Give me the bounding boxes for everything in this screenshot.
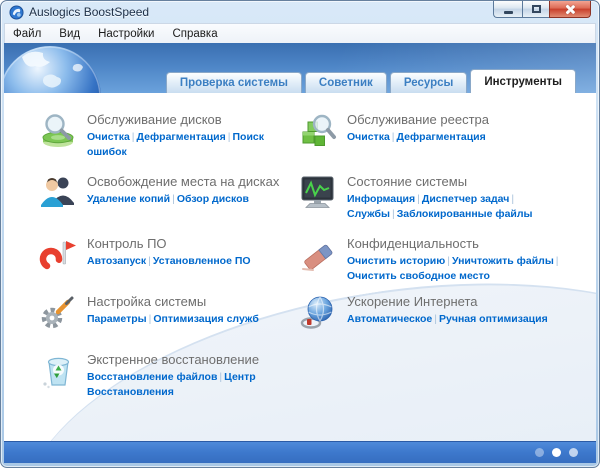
section-rescue: Экстренное восстановление Восстановление… (38, 351, 292, 400)
separator: | (447, 255, 450, 267)
section-title: Состояние системы (347, 174, 468, 189)
section-links: Восстановление файлов | Центр Восстановлен… (87, 370, 292, 400)
minimize-button[interactable] (493, 1, 522, 18)
section-title: Настройка системы (87, 294, 207, 309)
link-disk-explorer[interactable]: Обзор дисков (177, 193, 249, 205)
link-task-manager[interactable]: Диспетчер задач (422, 193, 510, 205)
duplicate-users-icon (41, 177, 74, 207)
maximize-icon (531, 5, 541, 13)
menu-item-file[interactable]: Файл (5, 26, 50, 42)
separator: | (511, 193, 515, 205)
tab-system-check[interactable]: Проверка системы (165, 72, 302, 93)
registry-search-icon (302, 114, 336, 146)
menu-bar: Файл Вид Настройки Справка (4, 23, 596, 43)
tab-label: Ресурсы (403, 77, 454, 89)
section-title: Обслуживание дисков (87, 112, 222, 127)
section-system-status: Состояние системы Информация | Диспетчер з… (298, 173, 565, 222)
link-shred-files[interactable]: Уничтожить файлы (452, 255, 554, 267)
maximize-button[interactable] (522, 1, 549, 18)
globe-graphic (4, 46, 101, 93)
link-clear-history[interactable]: Очистить историю (347, 255, 445, 267)
link-manual-optimization[interactable]: Ручная оптимизация (439, 313, 548, 325)
link-system-info[interactable]: Информация (347, 193, 415, 205)
separator: | (555, 255, 559, 267)
section-links: Очистка | Дефрагментация (347, 130, 489, 145)
menu-item-view[interactable]: Вид (50, 26, 89, 42)
system-monitor-icon (301, 176, 334, 208)
section-links: Информация | Диспетчер задач |Службы | Заблок… (347, 192, 565, 222)
separator: | (434, 313, 437, 325)
content-area: Обслуживание дисков Очистка | Дефрагментац… (4, 93, 596, 441)
autorun-flag-icon (39, 241, 76, 271)
app-window: Auslogics BoostSpeed Файл Вид Настройки … (0, 0, 600, 468)
menu-item-settings[interactable]: Настройки (89, 26, 163, 42)
link-disk-cleanup[interactable]: Очистка (87, 131, 130, 143)
section-links: Очистить историю | Уничтожить файлы |Очисти… (347, 254, 565, 284)
link-disk-defrag[interactable]: Дефрагментация (137, 131, 226, 143)
close-button[interactable] (549, 1, 591, 18)
section-title: Обслуживание реестра (347, 112, 489, 127)
pager-dot-1[interactable] (535, 448, 544, 457)
tab-label: Инструменты (484, 75, 562, 88)
pager-dot-2[interactable] (552, 448, 561, 457)
section-links: Автозапуск | Установленное ПО (87, 254, 251, 269)
section-links: Удаление копий | Обзор дисков (87, 192, 279, 207)
window-controls (493, 1, 591, 18)
menu-item-help[interactable]: Справка (163, 26, 226, 42)
separator: | (391, 208, 395, 220)
section-registry-maintenance: Обслуживание реестра Очистка | Дефрагмента… (298, 111, 489, 151)
link-autostart[interactable]: Автозапуск (87, 255, 146, 267)
tab-resources[interactable]: Ресурсы (389, 72, 468, 93)
section-free-space: Освобождение места на дисках Удаление ко… (38, 173, 279, 213)
tab-label: Проверка системы (179, 77, 288, 89)
title-bar: Auslogics BoostSpeed (1, 1, 599, 23)
tab-strip: Проверка системы Советник Ресурсы Инстру… (163, 69, 576, 93)
pager-dot-3[interactable] (569, 448, 578, 457)
eraser-icon (302, 244, 333, 271)
link-service-optimization[interactable]: Оптимизация служб (153, 313, 258, 325)
link-file-recovery[interactable]: Восстановление файлов (87, 371, 217, 383)
link-installed-software[interactable]: Установленное ПО (153, 255, 251, 267)
separator: | (172, 193, 175, 205)
tab-advisor[interactable]: Советник (304, 72, 387, 93)
app-logo-icon (9, 4, 24, 20)
section-disk-maintenance: Обслуживание дисков Очистка | Дефрагментац… (38, 111, 292, 160)
separator: | (417, 193, 420, 205)
internet-globe-icon (300, 296, 333, 329)
window-title: Auslogics BoostSpeed (29, 5, 150, 19)
section-title: Контроль ПО (87, 236, 167, 251)
tab-label: Советник (318, 77, 373, 89)
section-software-control: Контроль ПО Автозапуск | Установленное ПО (38, 235, 251, 275)
link-wipe-free-space[interactable]: Очистить свободное место (347, 270, 490, 282)
tab-tools[interactable]: Инструменты (470, 69, 576, 93)
header-band: Проверка системы Советник Ресурсы Инстру… (4, 43, 596, 93)
link-services[interactable]: Службы (347, 208, 390, 220)
gear-screwdriver-icon (41, 296, 74, 329)
separator: | (131, 131, 135, 143)
separator: | (227, 131, 231, 143)
recycle-bin-icon (43, 357, 70, 389)
separator: | (391, 131, 395, 143)
link-registry-cleanup[interactable]: Очистка (347, 131, 390, 143)
section-title: Конфиденциальность (347, 236, 479, 251)
link-remove-duplicates[interactable]: Удаление копий (87, 193, 170, 205)
section-links: Параметры | Оптимизация служб (87, 312, 259, 327)
section-title: Освобождение места на дисках (87, 174, 280, 189)
link-parameters[interactable]: Параметры (87, 313, 147, 325)
separator: | (148, 255, 151, 267)
section-title: Ускорение Интернета (347, 294, 478, 309)
disk-search-icon (42, 114, 74, 147)
close-icon (565, 4, 576, 15)
section-links: Очистка | Дефрагментация | Поиск ошибок (87, 130, 292, 160)
section-system-tweak: Настройка системы Параметры | Оптимизация … (38, 293, 259, 333)
link-registry-defrag[interactable]: Дефрагментация (397, 131, 486, 143)
link-locked-files[interactable]: Заблокированные файлы (397, 208, 533, 220)
minimize-icon (503, 10, 513, 14)
section-internet-boost: Ускорение Интернета Автоматическое | Ручна… (298, 293, 548, 333)
section-privacy: Конфиденциальность Очистить историю | Унич… (298, 235, 565, 284)
section-title: Экстренное восстановление (87, 352, 260, 367)
link-auto-optimization[interactable]: Автоматическое (347, 313, 432, 325)
bottom-bar (4, 441, 596, 463)
section-links: Автоматическое | Ручная оптимизация (347, 312, 548, 327)
